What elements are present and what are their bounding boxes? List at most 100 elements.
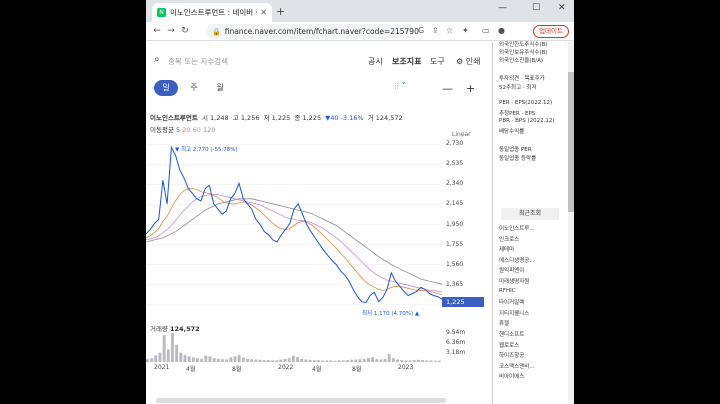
volume-bar — [362, 358, 366, 362]
high-annotation: ▼ 최고 2,770 (-55.78%) — [175, 147, 238, 153]
volume-bar — [379, 359, 383, 362]
price-axis-tick: 1,755 — [446, 240, 464, 248]
tab-daily[interactable]: 일 — [154, 80, 178, 96]
recent-stock-link[interactable]: 웹로로스 — [499, 341, 519, 349]
tab-search-icon[interactable]: ▭ — [482, 26, 490, 35]
volume-bar — [196, 358, 199, 362]
volume-bar — [312, 360, 316, 362]
google-icon[interactable]: G — [418, 26, 424, 35]
volume-bar — [229, 357, 233, 362]
opinion-item: 52주최고 · 최저 — [499, 85, 537, 91]
recent-stock-link[interactable]: 이노인스트루... — [499, 224, 535, 232]
forward-icon[interactable]: → — [164, 26, 178, 36]
recent-stock-link[interactable]: RFHIC — [499, 288, 516, 294]
volume-bar — [237, 355, 241, 362]
menu-disclosure[interactable]: 공시 — [368, 56, 383, 67]
volume-bar — [325, 360, 329, 362]
recent-stock-link[interactable]: 원익피앤이 — [499, 266, 524, 274]
search-bar: ⌕ 종목 또는 지수검색 공시 보조지표 도구 ⚙ 인쇄 — [146, 50, 492, 70]
price-series-line — [146, 198, 443, 285]
volume-bar — [429, 360, 433, 362]
sector-item: 동일업종 등락률 — [499, 156, 537, 162]
volume-bar — [396, 359, 399, 362]
share-icon[interactable]: ⇪ — [432, 26, 439, 35]
browser-tab[interactable]: N 이노인스트루먼트 : 네이버 증권 ✕ — [152, 3, 272, 22]
volume-bar — [212, 358, 216, 362]
high-value: 1,256 — [240, 114, 260, 122]
time-axis-tick: 8월 — [352, 366, 362, 373]
side-panel: 외국인한도주식수(B) 외국인보유주식수(B) 외국인소진율(B/A) 투자의견 · … — [492, 42, 574, 404]
volume-bar — [300, 358, 304, 362]
volume-bar — [375, 359, 379, 362]
recent-stock-link[interactable]: 미래생명자원 — [499, 277, 529, 285]
search-input[interactable]: 종목 또는 지수검색 — [168, 56, 228, 67]
tab-weekly[interactable]: 주 — [182, 80, 206, 96]
current-price-tag: 1,225 — [442, 297, 484, 307]
volume-chart[interactable] — [146, 332, 446, 362]
high-label: 고 — [232, 114, 239, 122]
volume-bar — [250, 359, 254, 362]
time-axis-tick: 4월 — [186, 366, 196, 373]
browser-window: N 이노인스트루먼트 : 네이버 증권 ✕ + — ☐ ✕ ← → ↻ 🔒 fi… — [146, 0, 574, 404]
volume-bar — [387, 354, 391, 362]
chart-scrollbar[interactable] — [156, 398, 446, 403]
minimize-icon[interactable]: — — [498, 3, 507, 13]
recent-stock-link[interactable]: 핸디소프트 — [499, 330, 524, 338]
recent-stock-link[interactable]: 제테마 — [499, 245, 514, 253]
menu-indicators[interactable]: 보조지표 — [392, 56, 421, 67]
reload-icon[interactable]: ↻ — [178, 26, 192, 36]
volume-bar — [241, 357, 245, 362]
new-tab-button[interactable]: + — [276, 5, 285, 18]
extensions-icon[interactable]: ✦ — [462, 26, 469, 35]
recent-stock-link[interactable]: 하이즈항공 — [499, 351, 524, 359]
foreign-ownership-item: 외국인보유주식수(B) — [499, 50, 548, 56]
profile-avatar-icon[interactable]: ● — [498, 26, 505, 35]
candle-type-icon[interactable]: ⫶⫶ ˅ — [394, 82, 406, 92]
zoom-out-icon[interactable]: — — [442, 82, 453, 95]
volume-bar — [350, 359, 354, 362]
search-icon[interactable]: ⌕ — [154, 54, 160, 65]
tab-title: 이노인스트루먼트 : 네이버 증권 — [170, 8, 257, 17]
volume-bar — [187, 356, 191, 362]
time-axis-tick: 4월 — [312, 366, 322, 373]
recent-stock-link[interactable]: 휴젤 — [499, 319, 509, 327]
menu-print[interactable]: ⚙ 인쇄 — [456, 56, 480, 67]
volume-bar — [412, 360, 416, 362]
volume-bar — [329, 360, 333, 362]
recent-stock-link[interactable]: 인크로스 — [499, 235, 519, 243]
volume-bar — [171, 333, 174, 362]
volume-bar — [225, 359, 229, 362]
naver-favicon-icon: N — [157, 8, 166, 17]
close-value: 1,225 — [302, 114, 322, 122]
tab-monthly[interactable]: 월 — [208, 80, 232, 96]
volume-bar — [204, 355, 208, 362]
change-value: ▼40 -3.16% — [325, 114, 364, 122]
recent-stock-link[interactable]: 코스맥스엔비... — [499, 362, 535, 370]
volume-bar — [208, 356, 212, 362]
tab-recent-viewed[interactable]: 최근조회 — [501, 208, 559, 220]
recent-stock-link[interactable]: 타이거일렉 — [499, 298, 524, 306]
address-bar[interactable]: 🔒 finance.naver.com/item/fchart.naver?co… — [206, 24, 419, 39]
volume-bar — [433, 360, 437, 362]
recent-stock-link[interactable]: 에스디생명공... — [499, 256, 535, 264]
update-button[interactable]: 업데이트 — [533, 25, 569, 38]
recent-stock-link[interactable]: 비아이에스 — [499, 372, 524, 380]
volume-bar — [371, 357, 374, 362]
bookmark-star-icon[interactable]: ☆ — [446, 26, 453, 35]
back-icon[interactable]: ← — [150, 26, 164, 36]
menu-tools[interactable]: 도구 — [430, 56, 445, 67]
volume-bar — [291, 355, 295, 362]
volume-bar — [308, 359, 312, 362]
side-panel-scrollbar[interactable] — [568, 42, 574, 404]
scale-mode-select[interactable]: Linear — [452, 131, 471, 138]
maximize-icon[interactable]: ☐ — [532, 3, 540, 13]
ma-label: 이동평균 — [150, 126, 174, 134]
zoom-in-icon[interactable]: + — [466, 82, 475, 95]
volume-bar — [275, 360, 279, 362]
scrollbar-thumb[interactable] — [568, 72, 574, 212]
window-close-icon[interactable]: ✕ — [558, 3, 566, 13]
price-chart[interactable] — [146, 137, 446, 312]
volume-bar — [179, 352, 183, 362]
recent-stock-link[interactable]: 지티지웰니스 — [499, 309, 529, 317]
tab-close-icon[interactable]: ✕ — [260, 8, 267, 17]
